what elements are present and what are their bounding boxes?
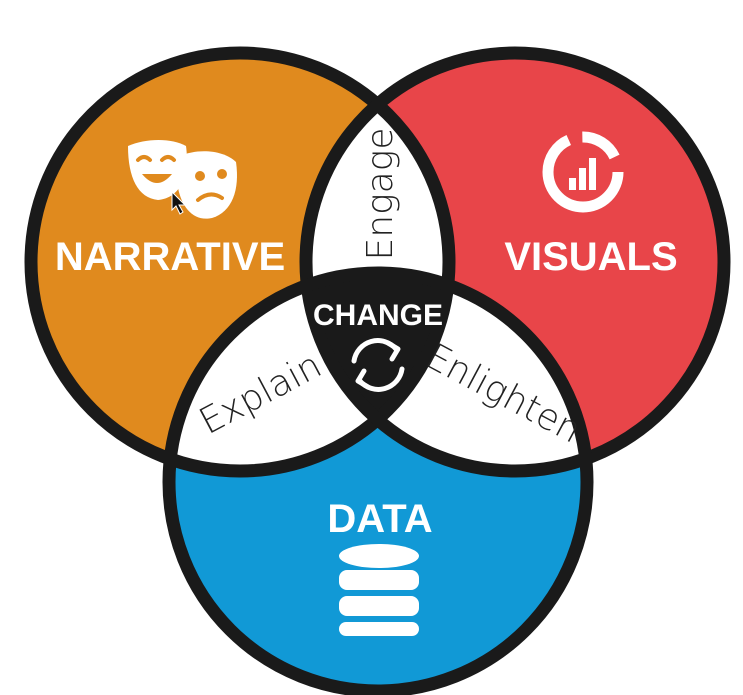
- change-label: CHANGE: [313, 299, 443, 332]
- data-label: DATA: [327, 497, 432, 541]
- engage-label: Engage: [360, 128, 401, 261]
- visuals-label: VISUALS: [504, 235, 677, 279]
- database-icon: [339, 544, 419, 636]
- venn-diagram: NARRATIVE VISUALS DATA CHANGE Engage Exp…: [24, 46, 731, 695]
- narrative-label: NARRATIVE: [55, 235, 285, 279]
